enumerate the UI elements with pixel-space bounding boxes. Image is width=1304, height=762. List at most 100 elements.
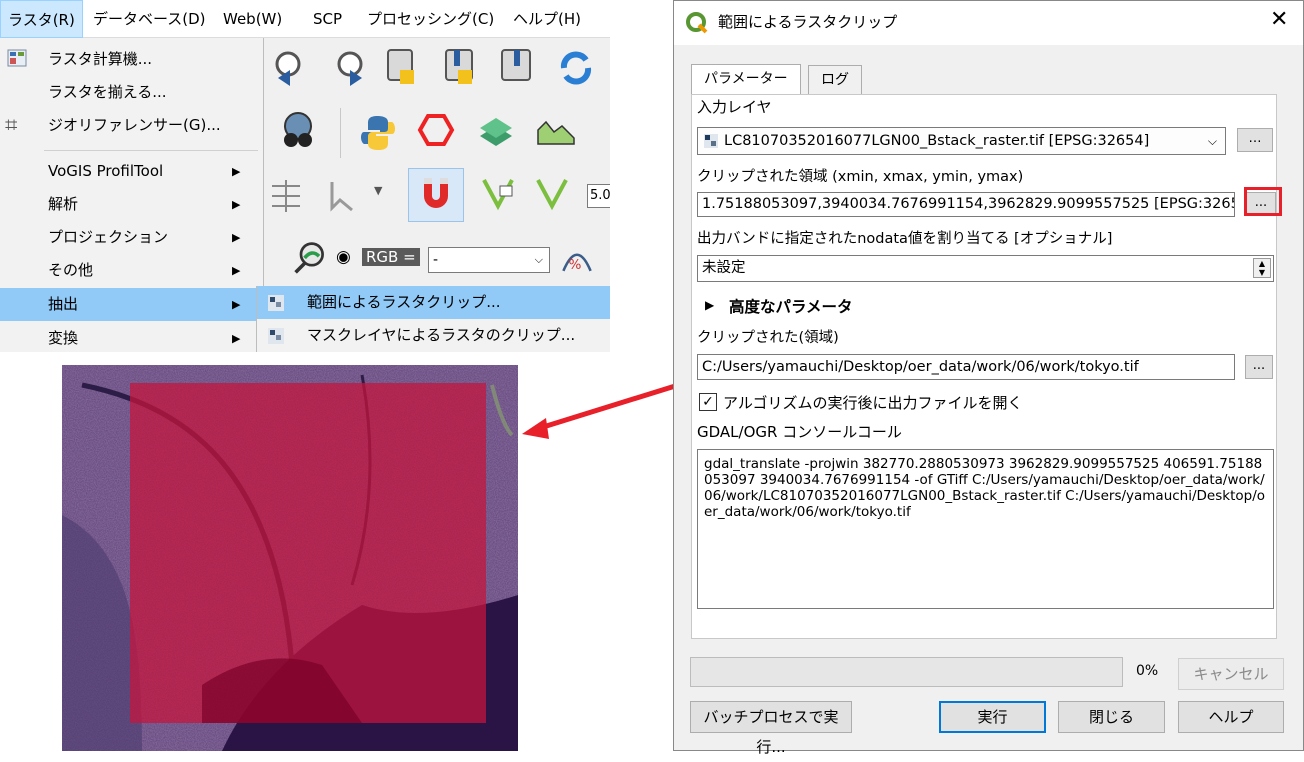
submenu-arrow-icon: ▶: [232, 298, 241, 311]
console-label: GDAL/OGR コンソールコール: [697, 423, 902, 441]
menu-item-label: 抽出: [48, 295, 79, 313]
menu-item-label: 解析: [48, 195, 79, 213]
dialog-titlebar: 範囲によるラスタクリップ ✕: [674, 1, 1303, 45]
python-icon[interactable]: [358, 112, 398, 152]
vertex-tool-icon[interactable]: [478, 174, 518, 214]
zoom-prev-icon[interactable]: [270, 48, 310, 88]
menu-item-extraction[interactable]: 抽出 ▶: [0, 288, 264, 321]
rgb-label: RGB =: [362, 248, 420, 266]
advanced-parameters-toggle[interactable]: 高度なパラメータ: [729, 295, 853, 317]
bookmark-show-icon[interactable]: [440, 46, 480, 86]
bookmarks-icon[interactable]: [496, 46, 536, 86]
menu-item-clip-by-extent[interactable]: 範囲によるラスタクリップ...: [257, 286, 610, 319]
menu-item-raster-calculator[interactable]: ラスタ計算機...: [0, 43, 264, 76]
menu-item-vogis[interactable]: VoGIS ProfilTool ▶: [0, 155, 264, 188]
output-browse-button[interactable]: ...: [1245, 355, 1273, 379]
extraction-submenu: 範囲によるラスタクリップ... マスクレイヤによるラスタのクリップ...: [256, 286, 610, 352]
menu-item-label: ラスタを揃える...: [48, 83, 167, 101]
menu-raster[interactable]: ラスタ(R): [0, 0, 83, 38]
menu-item-projection[interactable]: プロジェクション ▶: [0, 221, 264, 254]
menu-item-align-rasters[interactable]: ラスタを揃える...: [0, 76, 264, 109]
histogram-icon[interactable]: %: [560, 242, 594, 276]
tab-log[interactable]: ログ: [808, 65, 862, 95]
tab-parameters[interactable]: パラメーター: [691, 64, 801, 95]
open-output-checkbox[interactable]: ✓: [699, 393, 717, 411]
menu-processing[interactable]: プロセッシング(C): [360, 0, 501, 38]
toolbar-row-2: [264, 104, 610, 160]
menu-item-label: マスクレイヤによるラスタのクリップ...: [307, 326, 576, 344]
layers-icon[interactable]: [476, 110, 516, 150]
help-button[interactable]: ヘルプ: [1178, 701, 1284, 733]
output-label: クリップされた(領域): [697, 330, 839, 346]
menu-item-misc[interactable]: その他 ▶: [0, 254, 264, 287]
clip-extent-icon: [268, 295, 284, 311]
radio-icon[interactable]: ◉: [336, 247, 351, 267]
menu-help[interactable]: ヘルプ(H): [506, 0, 588, 38]
close-icon[interactable]: ✕: [1270, 9, 1288, 31]
submenu-arrow-icon: ▶: [232, 165, 241, 178]
calculator-icon: [7, 49, 27, 67]
menu-database[interactable]: データベース(D): [86, 0, 213, 38]
menu-item-label: ラスタ計算機...: [48, 50, 153, 68]
batch-process-button[interactable]: バッチプロセスで実行...: [690, 701, 852, 756]
close-button[interactable]: 閉じる: [1058, 701, 1165, 733]
expand-arrow-icon[interactable]: ▶: [705, 298, 714, 312]
menu-item-label: ジオリファレンサー(G)...: [48, 116, 221, 134]
menu-item-conversion[interactable]: 変換 ▶: [0, 322, 264, 352]
polygon-icon[interactable]: [416, 110, 456, 150]
run-button[interactable]: 実行: [939, 701, 1046, 733]
rgb-select-value: -: [433, 252, 439, 268]
menu-separator: [44, 150, 258, 151]
zoom-next-icon[interactable]: [332, 48, 372, 88]
menu-item-georeferencer[interactable]: ⌗ ジオリファレンサー(G)...: [0, 109, 264, 142]
cancel-button[interactable]: キャンセル: [1178, 658, 1284, 690]
toolbar-row-1: [264, 38, 610, 102]
refresh-icon[interactable]: [556, 48, 596, 88]
input-layer-options-button[interactable]: …: [1237, 128, 1273, 152]
select-arrow-icon[interactable]: [322, 176, 362, 216]
nodata-spinbox[interactable]: 未設定: [697, 255, 1274, 282]
progress-percent: 0%: [1136, 663, 1159, 679]
binoculars-icon[interactable]: [278, 110, 318, 150]
menu-item-label: プロジェクション: [48, 228, 169, 246]
menu-item-label: その他: [48, 261, 94, 279]
qgis-logo-icon: [686, 12, 708, 34]
extent-input[interactable]: 1.75188053097,3940034.7676991154,3962829…: [697, 192, 1235, 217]
clip-mask-icon: [268, 328, 284, 344]
input-layer-label: 入力レイヤ: [697, 98, 772, 116]
menu-item-label: 範囲によるラスタクリップ...: [307, 293, 501, 311]
extent-label: クリップされた領域 (xmin, xmax, ymin, ymax): [697, 169, 1024, 185]
menu-item-label: VoGIS ProfilTool: [48, 162, 164, 180]
chevron-down-icon: ⌵: [534, 253, 543, 266]
menu-item-analysis[interactable]: 解析 ▶: [0, 188, 264, 221]
input-layer-value: LC81070352016077LGN00_Bstack_raster.tif …: [724, 133, 1150, 149]
menu-item-label: 変換: [48, 329, 79, 347]
chevron-down-icon: ⌵: [1207, 134, 1217, 148]
profile-icon[interactable]: [536, 110, 576, 150]
zoom-input[interactable]: 5.0: [587, 184, 610, 208]
dropdown-arrow-icon[interactable]: ▼: [374, 184, 382, 197]
gdal-console-text[interactable]: gdal_translate -projwin 382770.288053097…: [697, 449, 1274, 609]
menu-web[interactable]: Web(W): [216, 0, 289, 38]
output-path-input[interactable]: C:/Users/yamauchi/Desktop/oer_data/work/…: [697, 354, 1235, 380]
vertex-edit-icon[interactable]: [532, 174, 572, 214]
dialog-title: 範囲によるラスタクリップ: [718, 13, 898, 31]
raster-layer-icon: [704, 134, 718, 148]
menu-scp[interactable]: SCP: [306, 0, 349, 38]
qgis-window: ▼ 5.0 ◉ RGB = - ⌵ % ラスタ(R) データベース(D) Web(…: [0, 0, 610, 352]
toolbar-row-4: ◉ RGB = - ⌵ %: [264, 232, 610, 286]
input-layer-select[interactable]: LC81070352016077LGN00_Bstack_raster.tif …: [697, 127, 1226, 155]
menubar: ラスタ(R) データベース(D) Web(W) SCP プロセッシング(C) ヘ…: [0, 0, 610, 38]
raster-map[interactable]: [62, 365, 518, 751]
spin-arrows-icon[interactable]: ▲ ▼: [1253, 258, 1271, 278]
magnet-icon: [424, 178, 448, 208]
rgb-select[interactable]: - ⌵: [428, 247, 550, 273]
grid-icon: ⌗: [5, 113, 18, 138]
bookmark-new-icon[interactable]: [382, 46, 422, 86]
menu-item-clip-by-mask[interactable]: マスクレイヤによるラスタのクリップ...: [257, 319, 610, 352]
align-icon[interactable]: [266, 176, 306, 216]
submenu-arrow-icon: ▶: [232, 198, 241, 211]
submenu-arrow-icon: ▶: [232, 332, 241, 345]
svg-text:%: %: [569, 257, 582, 273]
identify-icon[interactable]: [292, 240, 328, 276]
